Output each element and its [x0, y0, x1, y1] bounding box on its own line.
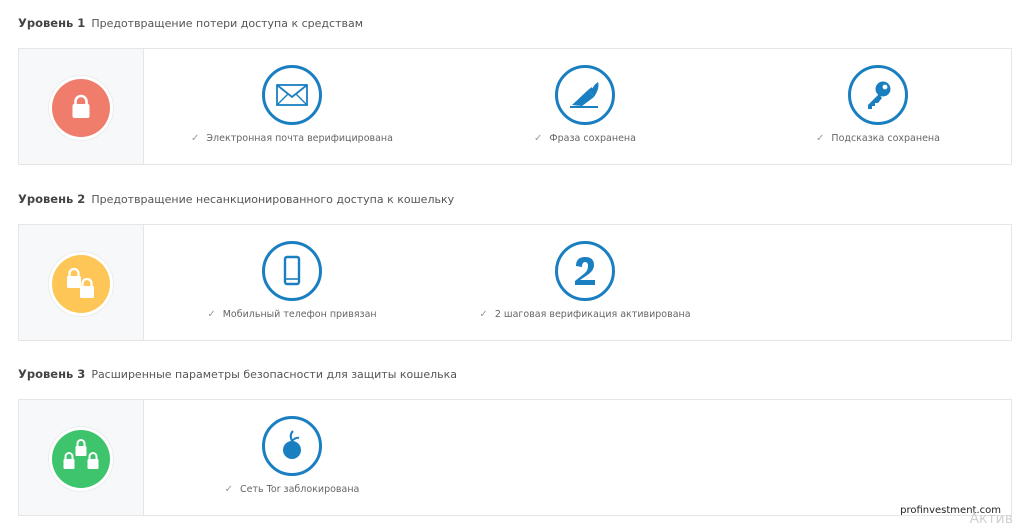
level-number: Уровень 3 — [18, 367, 86, 381]
item-label-text: Сеть Tor заблокирована — [240, 484, 360, 495]
item-label-text: Фраза сохранена — [549, 133, 636, 144]
item-label-text: Мобильный телефон привязан — [222, 309, 377, 320]
level-number: Уровень 1 — [18, 16, 86, 30]
check-icon: ✓ — [207, 309, 216, 320]
check-icon: ✓ — [534, 133, 543, 144]
level-card: ✓ Электронная почта верифицирована ✓ Фраза… — [18, 48, 1012, 165]
triple-lock-badge — [52, 430, 110, 488]
level-number: Уровень 2 — [18, 192, 86, 206]
item-label-text: Подсказка сохранена — [831, 133, 940, 144]
item-icon-circle — [848, 65, 908, 125]
item-label: ✓ Сеть Tor заблокирована — [172, 484, 412, 495]
quill-pen-icon — [570, 81, 599, 108]
item-icon-circle — [555, 65, 615, 125]
check-icon: ✓ — [816, 133, 825, 144]
security-item-email: ✓ Электронная почта верифицирована — [172, 65, 412, 155]
faded-text: Актив — [969, 511, 1013, 527]
level-title: Уровень 1 Предотвращение потери доступа к… — [18, 15, 363, 31]
mobile-phone-icon — [283, 255, 301, 286]
tor-onion-icon — [283, 430, 301, 459]
check-icon: ✓ — [479, 309, 488, 320]
double-lock-badge — [52, 255, 110, 313]
level-badge-panel — [19, 400, 144, 515]
level-badge — [49, 252, 113, 316]
number-two-icon — [575, 257, 595, 285]
item-label: ✓ 2 шаговая верификация активирована — [465, 309, 705, 320]
padlocks-icon — [67, 267, 94, 298]
level-description: Расширенные параметры безопасности для з… — [91, 368, 458, 381]
level-title: Уровень 2 Предотвращение несанкционирован… — [18, 191, 454, 207]
check-icon: ✓ — [191, 133, 200, 144]
padlocks-icon — [63, 439, 99, 469]
level-badge-panel — [19, 49, 144, 164]
level-badge-panel — [19, 225, 144, 340]
security-item-mobile: ✓ Мобильный телефон привязан — [172, 241, 412, 331]
item-label: ✓ Подсказка сохранена — [758, 133, 998, 144]
padlock-icon — [72, 94, 90, 118]
level-badge — [49, 76, 113, 140]
security-item-hint: ✓ Подсказка сохранена — [758, 65, 998, 155]
security-item-2fa: ✓ 2 шаговая верификация активирована — [465, 241, 705, 331]
envelope-icon — [276, 84, 308, 106]
item-label-text: 2 шаговая верификация активирована — [494, 309, 691, 320]
item-icon-circle — [262, 416, 322, 476]
security-item-phrase: ✓ Фраза сохранена — [465, 65, 705, 155]
single-lock-badge — [52, 79, 110, 137]
key-icon — [868, 81, 891, 109]
level-badge — [49, 427, 113, 491]
level-description: Предотвращение несанкционированного дост… — [91, 193, 455, 206]
level-card: ✓ Мобильный телефон привязан ✓ 2 шаговая в… — [18, 224, 1012, 341]
level-card: ✓ Сеть Tor заблокирована — [18, 399, 1012, 516]
item-label: ✓ Мобильный телефон привязан — [172, 309, 412, 320]
security-item-tor: ✓ Сеть Tor заблокирована — [172, 416, 412, 506]
item-label-text: Электронная почта верифицирована — [206, 133, 393, 144]
item-icon-circle — [555, 241, 615, 301]
item-icon-circle — [262, 241, 322, 301]
item-icon-circle — [262, 65, 322, 125]
check-icon: ✓ — [224, 484, 233, 495]
level-description: Предотвращение потери доступа к средства… — [91, 17, 363, 30]
item-label: ✓ Электронная почта верифицирована — [172, 133, 412, 144]
level-title: Уровень 3 Расширенные параметры безопасно… — [18, 366, 457, 382]
item-label: ✓ Фраза сохранена — [465, 133, 705, 144]
